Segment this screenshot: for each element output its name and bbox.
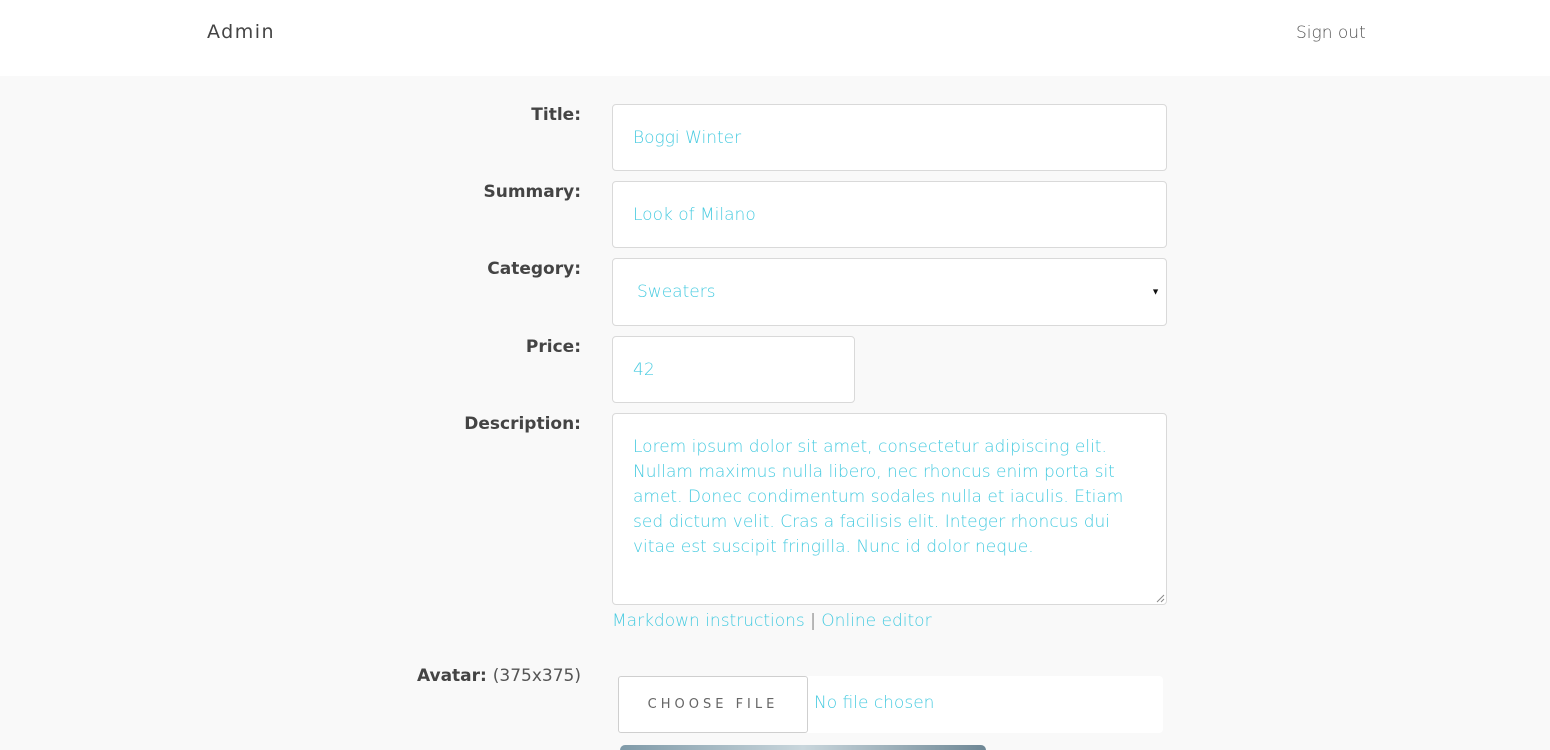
description-textarea-value: Lorem ipsum dolor sit amet, consectetur … [633,437,1124,557]
sign-out-link[interactable]: Sign out [1296,23,1366,43]
summary-input[interactable]: Look of Milano [612,181,1167,248]
avatar-size-hint: (375x375) [492,666,581,686]
title-label: Title: [531,105,581,125]
title-input-value: Boggi Winter [633,127,742,148]
category-select-value: Sweaters [637,282,716,302]
price-input-value: 42 [633,359,655,380]
avatar-label-text: Avatar: [416,666,487,686]
file-status: No file chosen [814,693,935,713]
chevron-down-icon: ▼ [1151,287,1160,298]
avatar-label: Avatar: (375x375) [417,666,581,686]
avatar-preview-image [620,745,986,750]
link-separator: | [810,611,816,631]
description-label: Description: [464,414,581,434]
summary-label: Summary: [483,182,581,202]
description-textarea[interactable]: Lorem ipsum dolor sit amet, consectetur … [612,413,1167,605]
markdown-help-links: Markdown instructions | Online editor [612,611,932,631]
avatar-file-input[interactable]: CHOOSE FILE No file chosen [618,676,1163,733]
summary-input-value: Look of Milano [633,204,756,225]
online-editor-link[interactable]: Online editor [821,611,931,631]
price-label: Price: [525,337,581,357]
title-input[interactable]: Boggi Winter [612,104,1167,171]
choose-file-button[interactable]: CHOOSE FILE [618,676,808,733]
resize-grip-icon[interactable] [1155,593,1165,603]
category-label: Category: [487,259,581,279]
brand-logo[interactable]: Admin [207,21,275,43]
markdown-instructions-link[interactable]: Markdown instructions [612,611,805,631]
top-navbar: Admin Sign out [0,0,1550,76]
price-input[interactable]: 42 [612,336,855,403]
category-select[interactable]: Sweaters ▼ [612,258,1167,326]
